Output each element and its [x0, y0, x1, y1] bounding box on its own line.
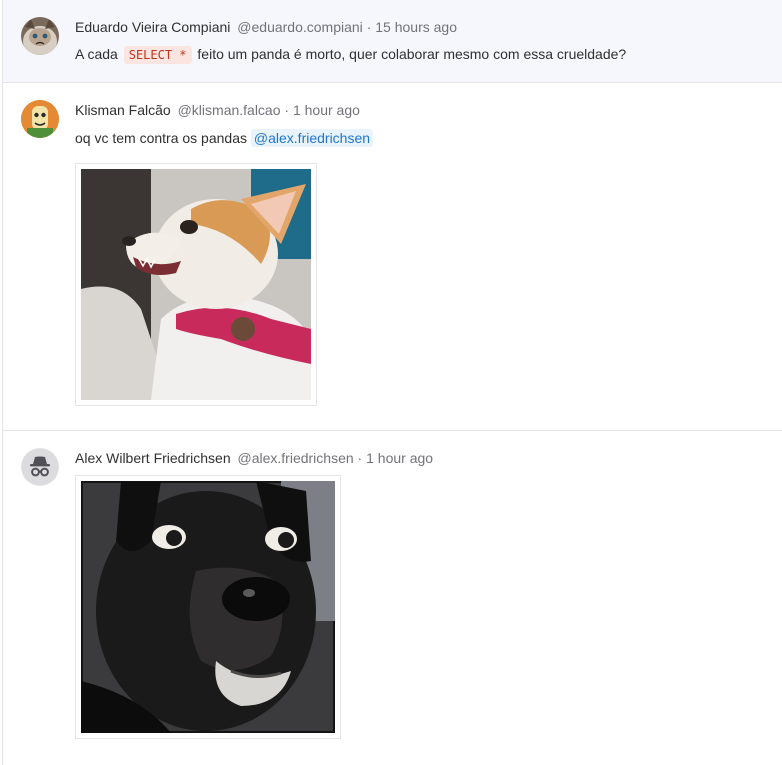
note-body: Klisman Falcão @klisman.falcao · 1 hour …: [75, 100, 773, 148]
avatar-eduardo[interactable]: [21, 17, 59, 55]
image-attachment[interactable]: [75, 163, 317, 406]
author-username[interactable]: @eduardo.compiani: [237, 19, 363, 35]
note-2: Klisman Falcão @klisman.falcao · 1 hour …: [3, 83, 782, 431]
image-attachment[interactable]: [75, 475, 341, 739]
grumpy-cat-avatar: [21, 17, 59, 55]
angry-chihuahua-image: [81, 169, 311, 400]
shocked-black-dog-image: [81, 481, 335, 733]
cartoon-avatar: [21, 100, 59, 138]
note-text: oq vc tem contra os pandas @alex.friedri…: [75, 128, 773, 148]
note-timestamp[interactable]: 1 hour ago: [293, 102, 360, 118]
author-name[interactable]: Klisman Falcão: [75, 102, 171, 118]
note-3: Alex Wilbert Friedrichsen @alex.friedric…: [3, 431, 782, 765]
note-body: Eduardo Vieira Compiani @eduardo.compian…: [75, 17, 773, 65]
note-text-before: A cada: [75, 46, 118, 62]
author-name[interactable]: Eduardo Vieira Compiani: [75, 19, 230, 35]
note-text-after: feito um panda é morto, quer colaborar m…: [197, 46, 627, 62]
note-header: Klisman Falcão @klisman.falcao · 1 hour …: [75, 100, 773, 120]
header-separator: ·: [284, 102, 290, 118]
note-timestamp[interactable]: 15 hours ago: [375, 19, 457, 35]
note-header: Alex Wilbert Friedrichsen @alex.friedric…: [75, 448, 773, 468]
note-body: Alex Wilbert Friedrichsen @alex.friedric…: [75, 448, 773, 468]
discussion-thread: Eduardo Vieira Compiani @eduardo.compian…: [2, 0, 782, 765]
author-name[interactable]: Alex Wilbert Friedrichsen: [75, 450, 231, 466]
header-separator: ·: [357, 450, 363, 466]
header-separator: ·: [366, 19, 372, 35]
note-text-before: oq vc tem contra os pandas: [75, 130, 247, 146]
note-text: A cada SELECT * feito um panda é morto, …: [75, 44, 773, 65]
note-timestamp[interactable]: 1 hour ago: [366, 450, 433, 466]
avatar-alex[interactable]: [21, 448, 59, 486]
author-username[interactable]: @alex.friedrichsen: [238, 450, 354, 466]
note-1: Eduardo Vieira Compiani @eduardo.compian…: [3, 0, 782, 83]
author-username[interactable]: @klisman.falcao: [178, 102, 281, 118]
user-mention[interactable]: @alex.friedrichsen: [250, 129, 374, 147]
incognito-icon: [21, 448, 59, 486]
note-header: Eduardo Vieira Compiani @eduardo.compian…: [75, 17, 773, 37]
inline-code: SELECT *: [123, 46, 192, 64]
avatar-klisman[interactable]: [21, 100, 59, 138]
